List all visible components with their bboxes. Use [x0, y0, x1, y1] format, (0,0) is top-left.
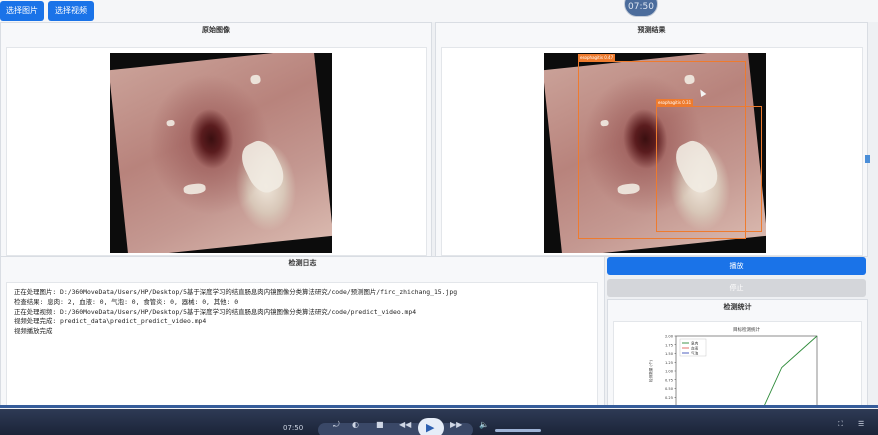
loop-icon[interactable]: ⤾	[333, 420, 340, 430]
prediction-title: 预测结果	[637, 26, 666, 34]
fullscreen-icon[interactable]: ⛶	[838, 420, 843, 429]
top-toolbar: 选择图片 选择视频	[0, 0, 878, 22]
original-image-title: 原始图像	[202, 26, 230, 34]
prediction-panel: 预测结果 esophagitis 0.47 esophagitis 0.31	[435, 22, 868, 257]
detection-stats-chart: 目标检测统计0.000.250.500.751.001.251.501.752.…	[648, 326, 818, 409]
prediction-endoscopy-image: esophagitis 0.47 esophagitis 0.31	[544, 53, 766, 253]
log-line: 正在处理视频: D:/360MoveData/Users/HP/Desktop/…	[14, 307, 417, 316]
stop-button[interactable]: 停止	[607, 279, 866, 297]
detection-box-2	[656, 106, 762, 232]
log-line: 视频处理完成: predict_data\predict_predict_vid…	[14, 317, 207, 326]
log-textarea[interactable]: 正在处理图片: D:/360MoveData/Users/HP/Desktop/…	[6, 282, 598, 406]
log-panel: 检测日志 正在处理图片: D:/360MoveData/Users/HP/Des…	[0, 256, 605, 406]
legend-label: 息肉	[691, 340, 699, 345]
stop-icon[interactable]: ■	[376, 420, 384, 429]
original-image-frame	[6, 47, 427, 256]
detection-label-2: esophagitis 0.31	[656, 99, 694, 107]
screen-icon[interactable]: ◐	[352, 420, 359, 429]
volume-slider[interactable]	[495, 429, 541, 432]
log-line: 视频播放完成	[14, 327, 53, 336]
y-tick-label: 1.00	[665, 370, 674, 374]
prediction-image-frame: esophagitis 0.47 esophagitis 0.31	[441, 47, 863, 256]
side-tab-handle[interactable]	[865, 155, 870, 163]
y-tick-label: 0.50	[665, 387, 674, 391]
stats-title: 检测统计	[723, 303, 752, 311]
original-image-panel: 原始图像	[0, 22, 432, 257]
detection-label-1: esophagitis 0.47	[578, 54, 616, 62]
log-line: 检查结果: 息肉: 2, 血液: 0, 气泡: 0, 食管炎: 0, 器械: 0…	[14, 297, 239, 306]
select-video-button[interactable]: 选择视频	[48, 1, 94, 21]
play-button[interactable]: 播放	[607, 257, 866, 275]
original-endoscopy-image	[110, 53, 332, 253]
select-image-button[interactable]: 选择图片	[0, 1, 44, 21]
legend-label: 气泡	[691, 350, 699, 355]
player-time: 07:50	[283, 424, 304, 432]
y-tick-label: 1.50	[665, 352, 674, 356]
y-tick-label: 0.25	[665, 396, 673, 400]
y-tick-label: 1.75	[665, 343, 673, 347]
forward-icon[interactable]: ▶▶	[450, 420, 462, 429]
rewind-icon[interactable]: ◀◀	[399, 420, 411, 429]
legend-label: 血液	[691, 345, 699, 350]
volume-icon[interactable]: 🔈	[479, 420, 489, 429]
menu-icon[interactable]: ☰	[858, 420, 864, 428]
log-line: 正在处理图片: D:/360MoveData/Users/HP/Desktop/…	[14, 288, 458, 296]
video-progress-bar[interactable]	[0, 405, 878, 408]
y-tick-label: 0.75	[665, 378, 673, 382]
y-axis-label: 检测数量 (个)	[648, 359, 653, 382]
stats-panel: 检测统计 目标检测统计0.000.250.500.751.001.251.501…	[607, 299, 868, 409]
y-tick-label: 1.25	[665, 361, 673, 365]
log-title: 检测日志	[288, 259, 317, 267]
y-tick-label: 2.00	[665, 335, 674, 339]
chart-title: 目标检测统计	[733, 326, 760, 333]
stats-chart-frame: 目标检测统计0.000.250.500.751.001.251.501.752.…	[613, 321, 862, 409]
play-icon[interactable]: ▶	[426, 421, 434, 434]
